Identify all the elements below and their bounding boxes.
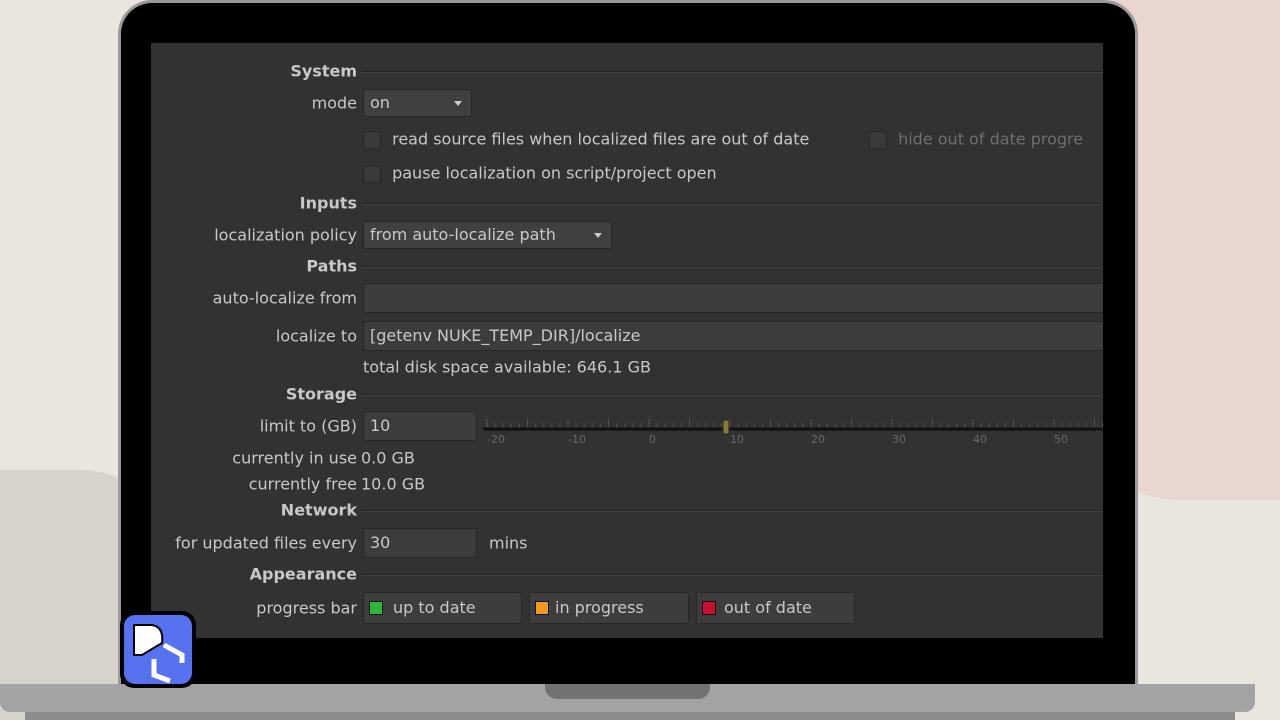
mode-label: mode xyxy=(311,93,357,113)
section-system: System xyxy=(290,61,357,81)
divider xyxy=(362,71,1103,73)
divider xyxy=(362,266,1103,268)
localize-to-label: localize to xyxy=(275,326,357,346)
progress-bar-label: progress bar xyxy=(256,598,357,618)
limit-slider[interactable]: -20 -10 0 10 20 30 40 50 xyxy=(483,405,1103,445)
policy-value: from auto-localize path xyxy=(370,225,556,244)
update-interval-input[interactable]: 30 xyxy=(363,528,477,558)
mode-value: on xyxy=(370,93,390,112)
mode-dropdown[interactable]: on xyxy=(363,89,472,117)
policy-dropdown[interactable]: from auto-localize path xyxy=(363,221,612,249)
section-inputs: Inputs xyxy=(299,193,357,213)
app-logo xyxy=(120,611,196,688)
section-appearance: Appearance xyxy=(249,564,357,584)
in-progress-color-button[interactable]: in progress xyxy=(529,592,689,624)
pause-label: pause localization on script/project ope… xyxy=(392,163,717,183)
section-network: Network xyxy=(280,500,357,520)
read-source-label: read source files when localized files a… xyxy=(392,129,810,149)
red-swatch-icon xyxy=(702,601,716,615)
localize-to-input[interactable]: [getenv NUKE_TEMP_DIR]/localize xyxy=(363,321,1103,351)
button-label: in progress xyxy=(555,598,644,617)
button-label: out of date xyxy=(724,598,812,617)
mins-label: mins xyxy=(489,533,528,553)
laptop-base-shadow xyxy=(25,712,1235,720)
auto-from-label: auto-localize from xyxy=(212,288,357,308)
limit-input[interactable]: 10 xyxy=(363,411,477,441)
orange-swatch-icon xyxy=(535,601,549,615)
up-to-date-color-button[interactable]: up to date xyxy=(363,592,522,624)
auto-from-input[interactable] xyxy=(363,283,1103,313)
pause-checkbox-row[interactable]: pause localization on script/project ope… xyxy=(363,163,717,183)
section-paths: Paths xyxy=(306,256,357,276)
updated-label: for updated files every xyxy=(175,533,357,553)
button-label: up to date xyxy=(393,598,476,617)
section-storage: Storage xyxy=(285,384,357,404)
pause-checkbox[interactable] xyxy=(363,164,381,183)
limit-label: limit to (GB) xyxy=(259,416,357,436)
disk-space-text: total disk space available: 646.1 GB xyxy=(363,357,651,377)
divider xyxy=(362,510,1103,512)
read-source-checkbox[interactable] xyxy=(363,130,381,149)
divider xyxy=(362,394,1103,396)
hide-progress-checkbox[interactable] xyxy=(869,130,887,149)
out-of-date-color-button[interactable]: out of date xyxy=(696,592,855,624)
free-value: 10.0 GB xyxy=(361,474,426,494)
in-use-label: currently in use xyxy=(232,448,357,468)
free-label: currently free xyxy=(248,474,357,494)
green-swatch-icon xyxy=(369,601,383,615)
in-use-value: 0.0 GB xyxy=(361,448,415,468)
read-source-checkbox-row[interactable]: read source files when localized files a… xyxy=(363,129,809,149)
divider xyxy=(362,574,1103,576)
hide-progress-label: hide out of date progre xyxy=(898,129,1084,149)
slider-handle[interactable] xyxy=(722,419,730,435)
hide-progress-checkbox-row[interactable]: hide out of date progre xyxy=(869,129,1083,149)
localization-preferences-panel: System mode on read source files when lo… xyxy=(151,43,1103,638)
divider xyxy=(362,203,1103,205)
policy-label: localization policy xyxy=(214,225,357,245)
laptop-notch xyxy=(545,684,710,699)
